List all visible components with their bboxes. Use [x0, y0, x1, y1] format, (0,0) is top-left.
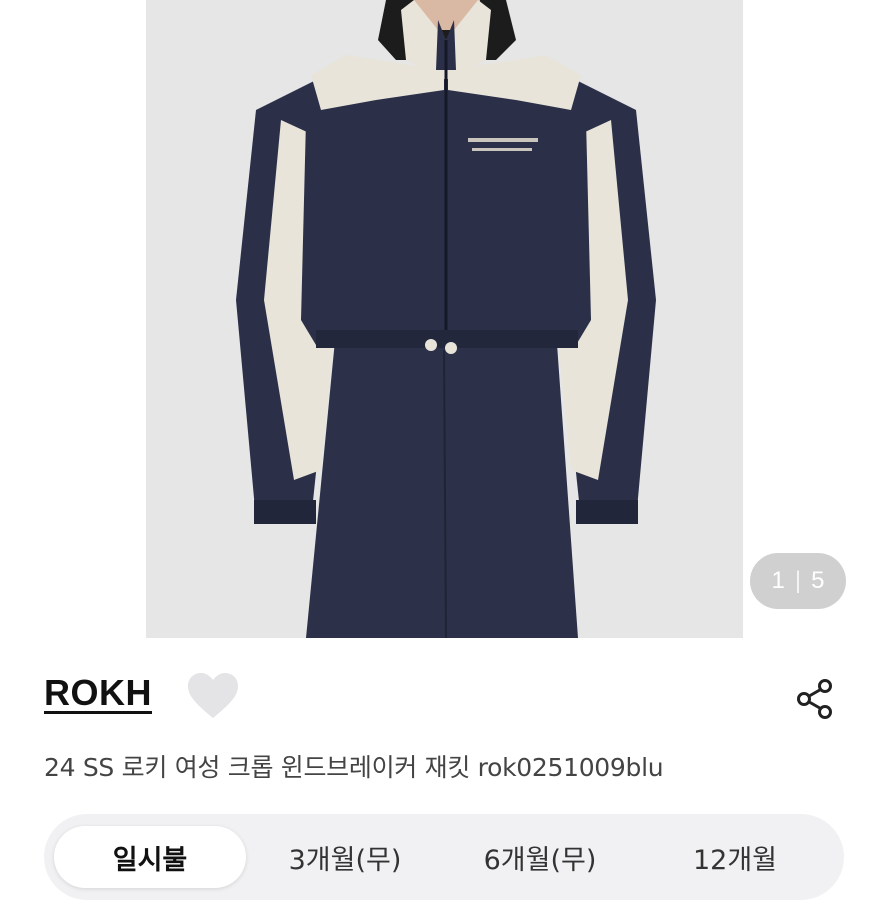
- product-photo-illustration: [146, 0, 743, 638]
- option-6-months[interactable]: 6개월(무): [444, 826, 636, 888]
- image-page-indicator: 1 | 5: [750, 553, 846, 609]
- brand-link[interactable]: ROKH: [44, 672, 152, 714]
- heart-icon[interactable]: [186, 672, 240, 720]
- option-lump-sum[interactable]: 일시불: [54, 826, 246, 888]
- current-page: 1: [771, 567, 785, 594]
- brand-row: ROKH: [44, 668, 844, 728]
- option-12-months[interactable]: 12개월: [639, 826, 831, 888]
- product-image-gallery[interactable]: 1 | 5: [0, 0, 888, 638]
- product-title: 24 SS 로키 여성 크롭 윈드브레이커 재킷 rok0251009blu: [44, 753, 664, 782]
- option-3-months[interactable]: 3개월(무): [249, 826, 441, 888]
- installment-options: 일시불 3개월(무) 6개월(무) 12개월: [44, 814, 844, 900]
- share-icon[interactable]: [794, 678, 836, 720]
- page-separator: |: [794, 567, 802, 594]
- product-photo[interactable]: [146, 0, 743, 638]
- total-pages: 5: [811, 567, 825, 594]
